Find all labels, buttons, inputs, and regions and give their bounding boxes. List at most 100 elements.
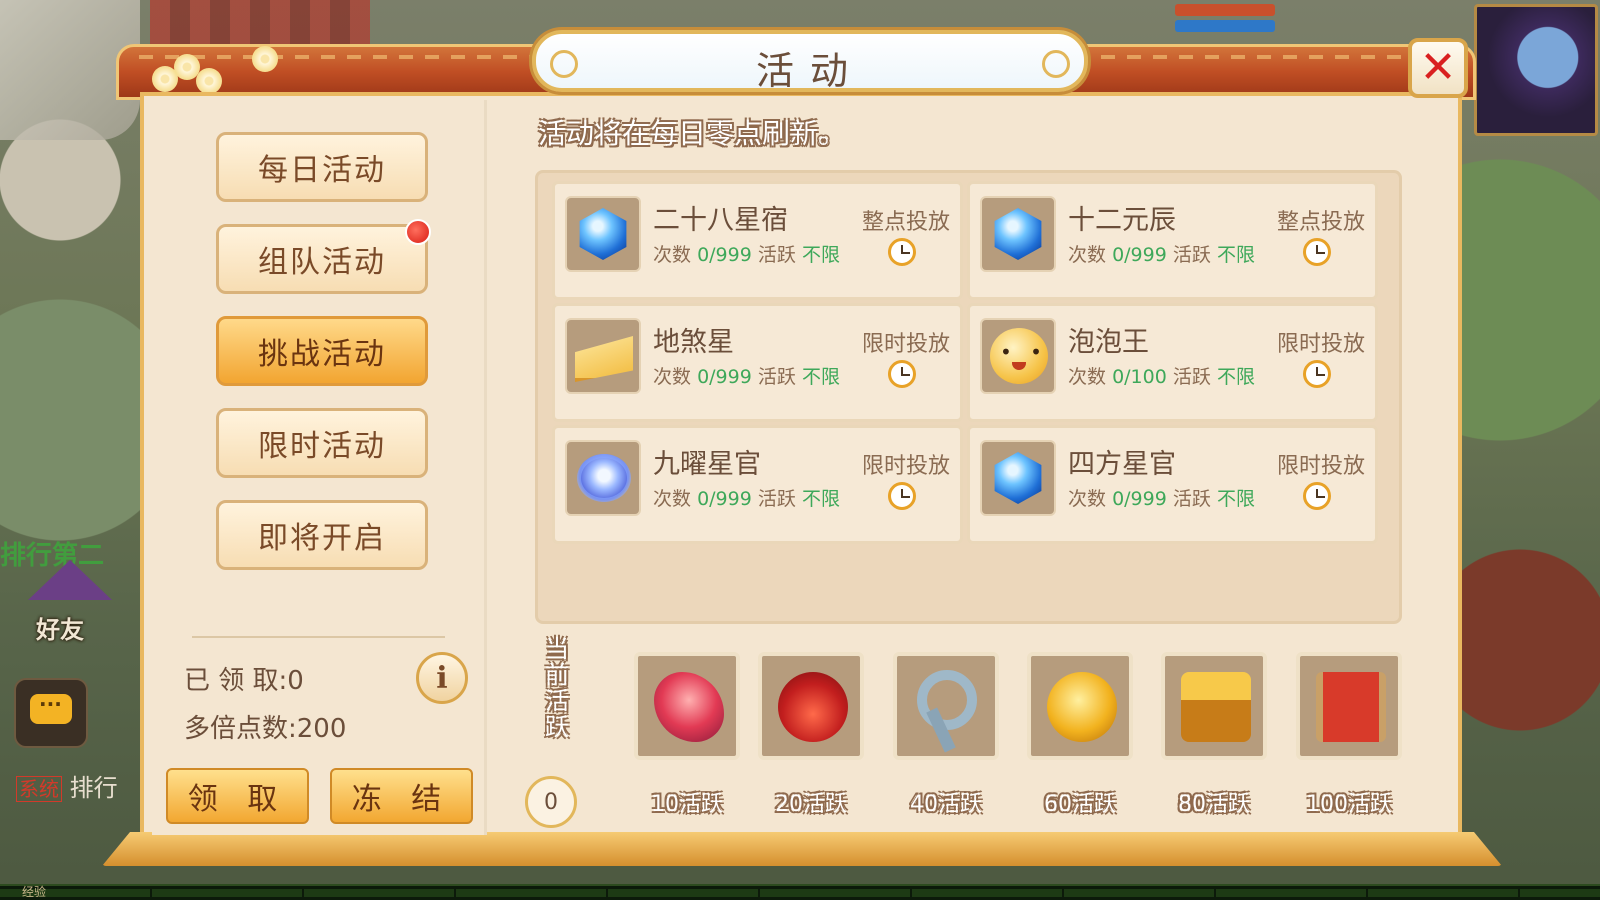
tab-label: 即将开启	[258, 521, 386, 556]
experience-bar-fill	[0, 889, 1600, 897]
freeze-button[interactable]: 冻 结	[330, 768, 473, 824]
title-plaque: 活动	[532, 30, 1088, 93]
blue-gem-icon	[980, 196, 1056, 272]
tab-label: 挑战活动	[258, 337, 386, 372]
gold-jar-icon	[1047, 672, 1117, 742]
treasure-pouch-icon	[778, 672, 848, 742]
activity-meta: 次数 0/999 活跃 不限	[1068, 244, 1255, 266]
reward-100[interactable]	[1296, 652, 1402, 760]
divider	[192, 636, 445, 638]
tab-limited-activity[interactable]: 限时活动	[216, 408, 428, 478]
close-button[interactable]: ✕	[1408, 38, 1468, 98]
swirl-orb-icon	[565, 440, 641, 516]
experience-bar	[0, 884, 1600, 900]
activity-meta: 次数 0/100 活跃 不限	[1068, 366, 1255, 388]
mp-bar	[1175, 20, 1275, 32]
panel-bottom-rim	[102, 832, 1502, 866]
activity-name: 十二元辰	[1068, 205, 1176, 236]
reward-label: 80活跃	[1178, 792, 1250, 817]
activity-name: 二十八星宿	[653, 205, 788, 236]
panel-title: 活动	[755, 49, 864, 93]
activity-card[interactable]: 四方星官 次数 0/999 活跃 不限 限时投放	[967, 425, 1378, 544]
scroll-icon	[1316, 672, 1386, 742]
info-button[interactable]: i	[416, 652, 468, 704]
friend-avatar-icon	[28, 560, 112, 600]
system-message-text: 排行	[69, 774, 118, 802]
tab-challenge-activity[interactable]: 挑战活动	[216, 316, 428, 386]
close-icon: ✕	[1419, 42, 1457, 93]
claimed-count: 已 领 取:0	[184, 666, 304, 696]
activity-meta: 次数 0/999 活跃 不限	[653, 244, 840, 266]
cheese-icon	[565, 318, 641, 394]
status-bars	[1175, 4, 1275, 34]
clock-icon	[888, 482, 916, 510]
tab-team-activity[interactable]: 组队活动	[216, 219, 431, 294]
clock-icon	[888, 238, 916, 266]
category-sidebar: 每日活动 组队活动 挑战活动 限时活动 即将开启 已 领 取:0 多倍点数:20…	[152, 100, 487, 835]
activity-meta: 次数 0/999 活跃 不限	[653, 366, 840, 388]
clock-icon	[1303, 238, 1331, 266]
activity-name: 四方星官	[1068, 449, 1176, 480]
claim-button[interactable]: 领 取	[166, 768, 309, 824]
activity-card[interactable]: 十二元辰 次数 0/999 活跃 不限 整点投放	[967, 181, 1378, 300]
activity-card[interactable]: 地煞星 次数 0/999 活跃 不限 限时投放	[552, 303, 963, 422]
system-message-line: 系统 排行	[16, 768, 118, 803]
reward-label: 40活跃	[910, 792, 982, 817]
reward-20[interactable]	[758, 652, 864, 760]
activity-card[interactable]: 九曜星官 次数 0/999 活跃 不限 限时投放	[552, 425, 963, 544]
current-activity-label: 当前活跃	[545, 635, 569, 741]
activity-list: 二十八星宿 次数 0/999 活跃 不限 整点投放 十二元辰 次数 0/999 …	[535, 170, 1402, 624]
clock-icon	[1303, 360, 1331, 388]
system-tag: 系统	[16, 776, 62, 802]
reward-40[interactable]	[893, 652, 999, 760]
activity-name: 泡泡王	[1068, 327, 1149, 358]
reward-label: 60活跃	[1044, 792, 1116, 817]
reward-60[interactable]	[1027, 652, 1133, 760]
reward-80[interactable]	[1161, 652, 1267, 760]
tab-daily-activity[interactable]: 每日活动	[216, 132, 428, 202]
notification-dot	[405, 219, 431, 245]
activity-mode: 限时投放	[1276, 332, 1365, 357]
activity-meta: 次数 0/999 活跃 不限	[653, 488, 840, 510]
multiplier-points: 多倍点数:200	[184, 714, 347, 744]
friend-label: 好友	[36, 616, 84, 644]
activity-mode: 限时投放	[861, 454, 950, 479]
activity-mode: 限时投放	[861, 332, 950, 357]
key-icon	[917, 670, 977, 730]
seahorse-icon	[654, 672, 724, 742]
treasure-chest-icon	[1181, 672, 1251, 742]
blue-gem-icon	[565, 196, 641, 272]
clock-icon	[1303, 482, 1331, 510]
activity-meta: 次数 0/999 活跃 不限	[1068, 488, 1255, 510]
reward-label: 10活跃	[651, 792, 723, 817]
freeze-button-label: 冻 结	[351, 782, 452, 817]
activity-name: 九曜星官	[653, 449, 761, 480]
current-activity-value: 0	[525, 776, 577, 828]
tab-label: 限时活动	[258, 429, 386, 464]
chat-bubble-icon	[30, 692, 72, 724]
info-icon: i	[436, 660, 448, 696]
activity-mode: 整点投放	[861, 210, 950, 235]
activity-mode: 限时投放	[1276, 454, 1365, 479]
activity-card[interactable]: 泡泡王 次数 0/100 活跃 不限 限时投放	[967, 303, 1378, 422]
player-avatar[interactable]	[1474, 4, 1598, 136]
activity-card[interactable]: 二十八星宿 次数 0/999 活跃 不限 整点投放	[552, 181, 963, 300]
reward-label: 20活跃	[775, 792, 847, 817]
tab-label: 每日活动	[258, 153, 386, 188]
reward-label: 100活跃	[1306, 792, 1392, 817]
activity-name: 地煞星	[653, 327, 734, 358]
tab-coming-soon[interactable]: 即将开启	[216, 500, 428, 570]
tab-label: 组队活动	[258, 245, 386, 280]
experience-label: 经验	[22, 885, 47, 899]
claim-button-label: 领 取	[187, 782, 288, 817]
swirl-ornament-icon	[1042, 50, 1070, 78]
refresh-notice: 活动将在每日零点刷新。	[538, 117, 847, 150]
friend-button[interactable]: 好友	[18, 560, 112, 644]
hp-bar	[1175, 4, 1275, 16]
blue-gem-icon	[980, 440, 1056, 516]
chat-button[interactable]	[14, 678, 88, 748]
clock-icon	[888, 360, 916, 388]
activity-mode: 整点投放	[1276, 210, 1365, 235]
reward-10[interactable]	[634, 652, 740, 760]
bubble-king-icon	[980, 318, 1056, 394]
